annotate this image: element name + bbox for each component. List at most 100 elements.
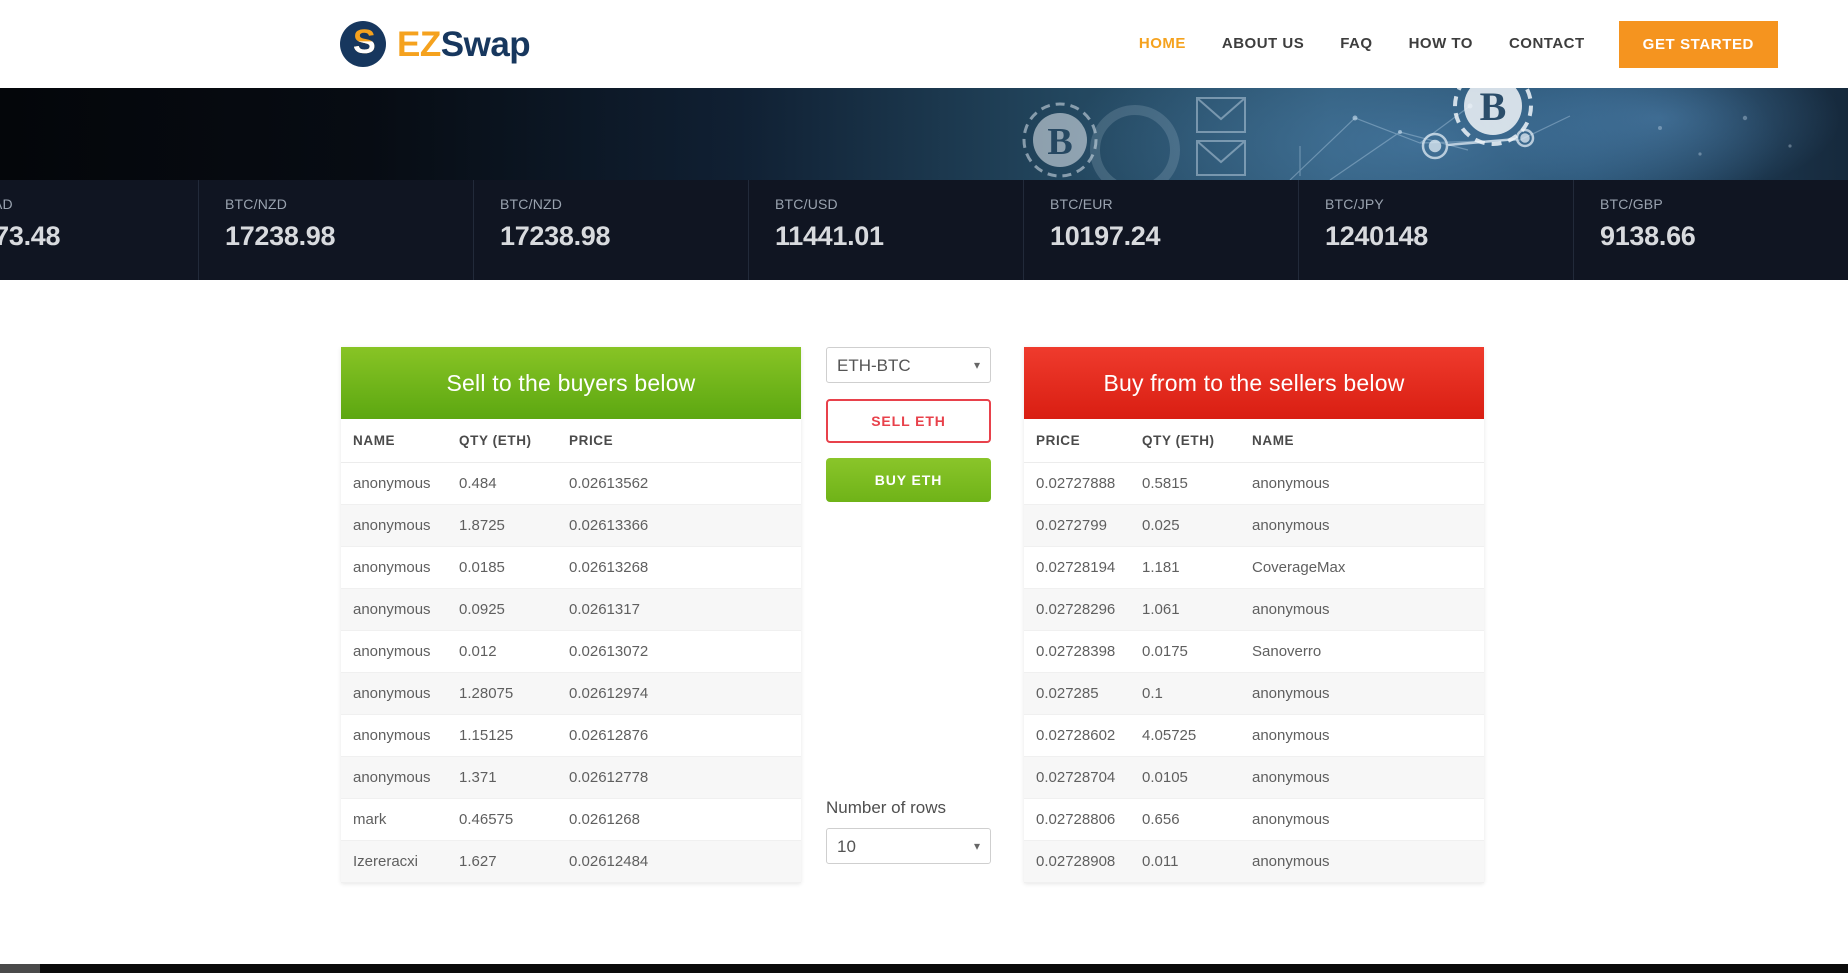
column-header-price[interactable]: PRICE xyxy=(1024,419,1142,463)
nav-item-about-us[interactable]: ABOUT US xyxy=(1204,16,1322,72)
number-of-rows-label: Number of rows xyxy=(826,798,946,817)
hero-banner: B B xyxy=(0,88,1848,180)
main-content: Sell to the buyers below NAME QTY (ETH) … xyxy=(0,280,1848,973)
ticker-pair-label: BTC/NZD xyxy=(500,196,563,212)
cell-qty: 0.5815 xyxy=(1142,462,1252,505)
table-row[interactable]: 0.02728806 0.656 anonymous xyxy=(1024,798,1484,841)
cell-price: 0.02728908 xyxy=(1024,840,1142,883)
number-of-rows-select[interactable]: 10 xyxy=(826,828,991,864)
ticker-item[interactable]: BTC/EUR 10197.24 xyxy=(1024,180,1299,280)
site-header: S S EZSwap HOME ABOUT US FAQ HOW TO CONT… xyxy=(0,0,1848,88)
buy-eth-button[interactable]: BUY ETH xyxy=(826,458,991,502)
ticker-item[interactable]: BTC/GBP 9138.66 xyxy=(1574,180,1848,280)
ticker-price-value: 14973.48 xyxy=(0,221,61,251)
cell-qty: 0.484 xyxy=(459,462,569,505)
table-row[interactable]: 0.02728908 0.011 anonymous xyxy=(1024,840,1484,883)
table-header-row: PRICE QTY (ETH) NAME xyxy=(1024,419,1484,463)
table-row[interactable]: 0.02728602 4.05725 anonymous xyxy=(1024,714,1484,757)
cell-qty: 0.1 xyxy=(1142,672,1252,715)
ticker-pair-label: BTC/NZD xyxy=(225,196,288,212)
cell-qty: 4.05725 xyxy=(1142,714,1252,757)
trading-pair-select[interactable]: ETH-BTC xyxy=(826,347,991,383)
ticker-pair-label: BTC/JPY xyxy=(1325,196,1384,212)
table-row[interactable]: anonymous 0.0925 0.0261317 xyxy=(341,588,801,631)
ticker-item[interactable]: BTC/JPY 1240148 xyxy=(1299,180,1574,280)
table-row[interactable]: anonymous 0.484 0.02613562 xyxy=(341,462,801,505)
table-row[interactable]: 0.02727888 0.5815 anonymous xyxy=(1024,462,1484,505)
cell-name: anonymous xyxy=(1252,672,1484,715)
table-row[interactable]: anonymous 0.012 0.02613072 xyxy=(341,630,801,673)
table-row[interactable]: anonymous 1.15125 0.02612876 xyxy=(341,714,801,757)
ticker-item[interactable]: BTC/CAD 14973.48 xyxy=(0,180,199,280)
nav-item-contact[interactable]: CONTACT xyxy=(1491,16,1603,72)
table-row[interactable]: 0.027285 0.1 anonymous xyxy=(1024,672,1484,715)
cell-price: 0.02613366 xyxy=(569,504,801,547)
ticker-price-value: 11441.01 xyxy=(775,221,884,251)
cell-name: anonymous xyxy=(1252,798,1484,841)
bottom-edge-nub xyxy=(0,964,40,973)
table-row[interactable]: 0.02728398 0.0175 Sanoverro xyxy=(1024,630,1484,673)
cell-qty: 0.011 xyxy=(1142,840,1252,883)
browser-bottom-edge xyxy=(0,964,1848,973)
ticker-price-value: 10197.24 xyxy=(1050,221,1161,251)
cell-price: 0.02612484 xyxy=(569,840,801,883)
cell-price: 0.0261317 xyxy=(569,588,801,631)
table-row[interactable]: 0.02728704 0.0105 anonymous xyxy=(1024,756,1484,799)
ticker-pair-label: BTC/EUR xyxy=(1050,196,1113,212)
cell-name: anonymous xyxy=(1252,756,1484,799)
ticker-price-value: 1240148 xyxy=(1325,221,1429,251)
ticker-item[interactable]: BTC/NZD 17238.98 xyxy=(199,180,474,280)
cell-price: 0.02727888 xyxy=(1024,462,1142,505)
cell-price: 0.027285 xyxy=(1024,672,1142,715)
sell-orders-panel: Buy from to the sellers below PRICE QTY … xyxy=(1024,347,1484,883)
brand-logo[interactable]: S S EZSwap xyxy=(340,14,531,74)
nav-item-how-to[interactable]: HOW TO xyxy=(1391,16,1491,72)
ticker-pair-label: BTC/CAD xyxy=(0,196,13,212)
cell-qty: 1.627 xyxy=(459,840,569,883)
cell-name: anonymous xyxy=(1252,588,1484,631)
table-row[interactable]: mark 0.46575 0.0261268 xyxy=(341,798,801,841)
cell-name: anonymous xyxy=(341,588,459,631)
buy-orders-body: anonymous 0.484 0.02613562 anonymous 1.8… xyxy=(341,462,801,883)
table-row[interactable]: 0.02728194 1.181 CoverageMax xyxy=(1024,546,1484,589)
cell-name: anonymous xyxy=(1252,840,1484,883)
svg-text:B: B xyxy=(1047,121,1072,163)
table-row[interactable]: Izereracxi 1.627 0.02612484 xyxy=(341,840,801,883)
cell-name: anonymous xyxy=(341,504,459,547)
get-started-button[interactable]: GET STARTED xyxy=(1618,20,1778,68)
cell-price: 0.02612778 xyxy=(569,756,801,799)
column-header-name[interactable]: NAME xyxy=(341,419,459,463)
sell-eth-button[interactable]: SELL ETH xyxy=(826,399,991,443)
cell-name: mark xyxy=(341,798,459,841)
buy-panel-title: Sell to the buyers below xyxy=(341,347,801,419)
table-row[interactable]: anonymous 1.8725 0.02613366 xyxy=(341,504,801,547)
cell-price: 0.0272799 xyxy=(1024,504,1142,547)
column-header-qty[interactable]: QTY (ETH) xyxy=(1142,419,1252,463)
table-row[interactable]: anonymous 0.0185 0.02613268 xyxy=(341,546,801,589)
column-header-qty[interactable]: QTY (ETH) xyxy=(459,419,569,463)
cell-name: anonymous xyxy=(341,672,459,715)
ticker-item[interactable]: BTC/USD 11441.01 xyxy=(749,180,1024,280)
table-row[interactable]: 0.02728296 1.061 anonymous xyxy=(1024,588,1484,631)
cell-qty: 0.025 xyxy=(1142,504,1252,547)
cell-qty: 0.012 xyxy=(459,630,569,673)
ticker-price-value: 17238.98 xyxy=(225,221,336,251)
cell-price: 0.02728194 xyxy=(1024,546,1142,589)
page-root: S S EZSwap HOME ABOUT US FAQ HOW TO CONT… xyxy=(0,0,1848,973)
brand-text-wap: wap xyxy=(463,24,531,64)
nav-item-faq[interactable]: FAQ xyxy=(1322,16,1390,72)
cell-name: Izereracxi xyxy=(341,840,459,883)
cell-name: anonymous xyxy=(341,462,459,505)
cell-price: 0.02728296 xyxy=(1024,588,1142,631)
table-row[interactable]: anonymous 1.28075 0.02612974 xyxy=(341,672,801,715)
nav-item-home[interactable]: HOME xyxy=(1121,16,1204,72)
trade-controls: ETH-BTC SELL ETH BUY ETH xyxy=(826,347,991,502)
table-row[interactable]: 0.0272799 0.025 anonymous xyxy=(1024,504,1484,547)
ticker-item[interactable]: BTC/NZD 17238.98 xyxy=(474,180,749,280)
table-row[interactable]: anonymous 1.371 0.02612778 xyxy=(341,756,801,799)
cell-name: anonymous xyxy=(1252,504,1484,547)
sell-panel-title: Buy from to the sellers below xyxy=(1024,347,1484,419)
cell-qty: 0.0925 xyxy=(459,588,569,631)
column-header-price[interactable]: PRICE xyxy=(569,419,801,463)
column-header-name[interactable]: NAME xyxy=(1252,419,1484,463)
